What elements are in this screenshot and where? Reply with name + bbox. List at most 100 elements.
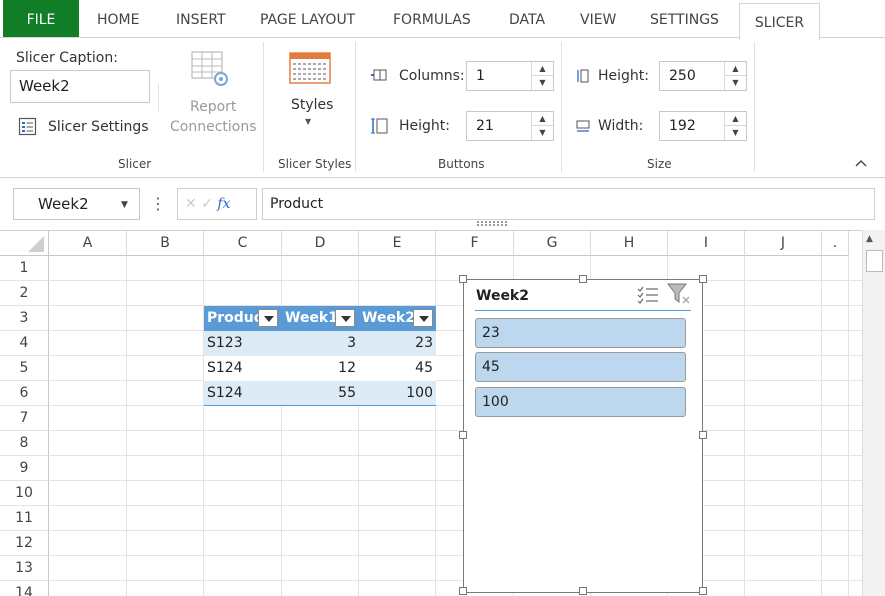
table-cell[interactable]: S124 (204, 381, 282, 406)
tab-home[interactable]: HOME (97, 0, 139, 38)
column-header[interactable]: E (359, 231, 436, 256)
button-height-spinner[interactable]: 21 ▲ ▼ (466, 111, 554, 141)
table-cell[interactable]: S124 (204, 356, 282, 381)
scroll-up-icon[interactable]: ▲ (866, 234, 873, 244)
table-cell[interactable]: 55 (282, 381, 359, 406)
resize-handle[interactable] (699, 431, 707, 439)
column-header[interactable]: J (745, 231, 822, 256)
size-height-spinner[interactable]: 250 ▲ ▼ (659, 61, 747, 91)
row-header[interactable]: 1 (0, 256, 49, 281)
columns-up-icon[interactable]: ▲ (532, 62, 553, 76)
row-header[interactable]: 11 (0, 506, 49, 531)
tab-slicer[interactable]: SLICER (739, 3, 820, 41)
size-height-down-icon[interactable]: ▼ (725, 76, 746, 90)
columns-spinner[interactable]: 1 ▲ ▼ (466, 61, 554, 91)
vertical-scrollbar[interactable] (862, 230, 885, 596)
filter-dropdown-icon[interactable] (335, 309, 355, 327)
table-cell[interactable]: 45 (359, 356, 436, 381)
size-height-value[interactable]: 250 (669, 62, 696, 90)
columns-down-icon[interactable]: ▼ (532, 76, 553, 90)
row-header[interactable]: 13 (0, 556, 49, 581)
row-header[interactable]: 7 (0, 406, 49, 431)
spreadsheet-grid[interactable]: ABCDEFGHIJ. 1 2 3 4 5 6 7 8 9 10 11 12 13 14 Product … (0, 230, 862, 596)
enter-icon[interactable]: ✓ (201, 196, 213, 212)
row-header[interactable]: 4 (0, 331, 49, 356)
collapse-ribbon-icon[interactable] (854, 158, 868, 168)
column-header[interactable]: D (282, 231, 359, 256)
resize-handle[interactable] (579, 275, 587, 283)
name-box-dropdown-icon[interactable]: ▼ (121, 200, 128, 210)
resize-handle[interactable] (459, 431, 467, 439)
tab-data[interactable]: DATA (509, 0, 545, 38)
table-cell[interactable]: 12 (282, 356, 359, 381)
clear-filter-icon[interactable] (667, 283, 691, 305)
scroll-thumb[interactable] (866, 250, 883, 272)
row-header[interactable]: 12 (0, 531, 49, 556)
tab-formulas[interactable]: FORMULAS (393, 0, 471, 38)
fx-icon[interactable]: fx (217, 196, 230, 212)
button-height-label: Height: (399, 118, 450, 134)
formula-bar-splitter[interactable] (477, 221, 507, 226)
button-height-down-icon[interactable]: ▼ (532, 126, 553, 140)
row-header[interactable]: 6 (0, 381, 49, 406)
size-height-label: Height: (598, 68, 649, 84)
tab-view[interactable]: VIEW (580, 0, 616, 38)
styles-button[interactable]: Styles (291, 97, 333, 113)
select-all-icon (28, 236, 44, 252)
slicer-caption-input[interactable]: Week2 (10, 70, 150, 103)
multi-select-icon[interactable] (637, 285, 659, 305)
column-header[interactable]: B (127, 231, 204, 256)
slicer-title: Week2 (476, 288, 529, 304)
column-header[interactable]: F (436, 231, 514, 256)
column-header[interactable]: . (822, 231, 849, 256)
button-height-value[interactable]: 21 (476, 112, 494, 140)
row-header[interactable]: 2 (0, 281, 49, 306)
filter-dropdown-icon[interactable] (413, 309, 433, 327)
tab-settings[interactable]: SETTINGS (650, 0, 719, 38)
resize-handle[interactable] (579, 587, 587, 595)
row-header[interactable]: 10 (0, 481, 49, 506)
size-width-value[interactable]: 192 (669, 112, 696, 140)
size-width-spinner[interactable]: 192 ▲ ▼ (659, 111, 747, 141)
filter-dropdown-icon[interactable] (258, 309, 278, 327)
size-height-up-icon[interactable]: ▲ (725, 62, 746, 76)
slicer-item[interactable]: 45 (475, 352, 686, 382)
tab-file[interactable]: FILE (3, 0, 79, 37)
styles-dropdown-icon[interactable]: ▼ (305, 117, 311, 126)
row-header[interactable]: 8 (0, 431, 49, 456)
size-width-down-icon[interactable]: ▼ (725, 126, 746, 140)
size-width-up-icon[interactable]: ▲ (725, 112, 746, 126)
column-header[interactable]: C (204, 231, 282, 256)
tab-insert[interactable]: INSERT (176, 0, 226, 38)
column-header[interactable]: A (49, 231, 127, 256)
slicer-settings-button[interactable]: Slicer Settings (48, 119, 149, 135)
table-cell[interactable]: 3 (282, 331, 359, 356)
column-header[interactable]: G (514, 231, 591, 256)
column-header[interactable]: H (591, 231, 668, 256)
row-header[interactable]: 5 (0, 356, 49, 381)
grid-line (49, 480, 862, 481)
report-connections-label-2[interactable]: Connections (170, 119, 257, 135)
row-header[interactable]: 3 (0, 306, 49, 331)
more-options-icon[interactable]: ⋮ (150, 190, 166, 218)
table-cell[interactable]: 100 (359, 381, 436, 406)
table-cell[interactable]: S123 (204, 331, 282, 356)
resize-handle[interactable] (699, 587, 707, 595)
button-height-up-icon[interactable]: ▲ (532, 112, 553, 126)
resize-handle[interactable] (699, 275, 707, 283)
slicer-panel[interactable]: Week2 23 45 100 (463, 279, 703, 593)
formula-input[interactable]: Product (262, 188, 875, 220)
tab-page-layout[interactable]: PAGE LAYOUT (260, 0, 355, 38)
row-header[interactable]: 14 (0, 581, 49, 596)
row-header[interactable]: 9 (0, 456, 49, 481)
cancel-icon[interactable]: ✕ (185, 196, 197, 212)
slicer-item[interactable]: 100 (475, 387, 686, 417)
grid-line (49, 405, 862, 406)
resize-handle[interactable] (459, 587, 467, 595)
report-connections-label-1[interactable]: Report (190, 99, 236, 115)
slicer-item[interactable]: 23 (475, 318, 686, 348)
column-header[interactable]: I (668, 231, 745, 256)
table-cell[interactable]: 23 (359, 331, 436, 356)
resize-handle[interactable] (459, 275, 467, 283)
columns-value[interactable]: 1 (476, 62, 485, 90)
